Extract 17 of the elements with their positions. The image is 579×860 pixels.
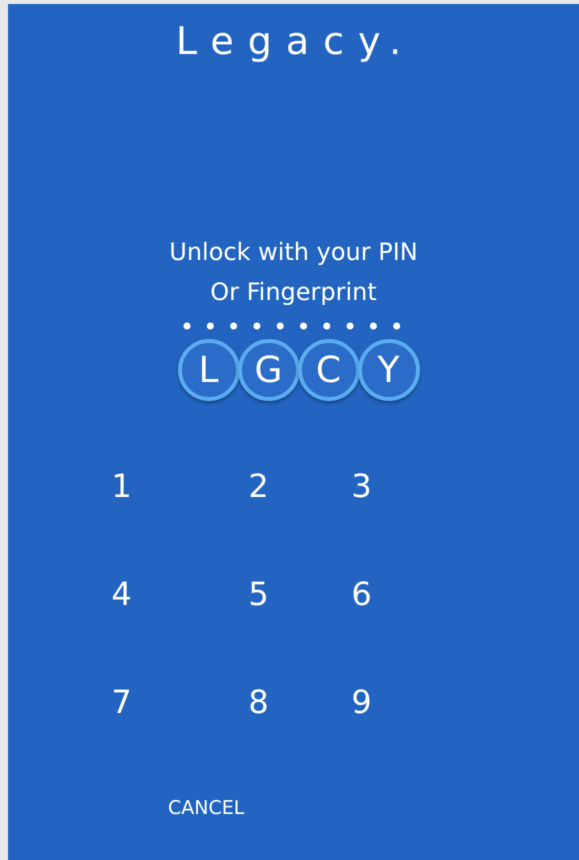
- keypad-key[interactable]: 5: [240, 571, 276, 617]
- keypad-key[interactable]: 6: [344, 571, 380, 617]
- logo-letter: C: [298, 339, 360, 401]
- logo-letter: G: [238, 339, 300, 401]
- prompt-text: Unlock with your PIN: [169, 237, 418, 268]
- keypad-key[interactable]: 7: [104, 679, 140, 725]
- keypad-key[interactable]: 4: [104, 571, 140, 617]
- prompt-text: Or Fingerprint: [210, 277, 377, 308]
- keypad-key[interactable]: 8: [240, 679, 276, 725]
- app-title: Legacy.: [176, 18, 416, 64]
- keypad-key[interactable]: 1: [104, 463, 140, 509]
- keypad-key[interactable]: 9: [344, 679, 380, 725]
- cancel-button[interactable]: CANCEL: [168, 797, 244, 819]
- logo-letter: L: [178, 339, 240, 401]
- logo-letter: Y: [358, 339, 420, 401]
- keypad-key[interactable]: 2: [240, 463, 276, 509]
- keypad-key[interactable]: 3: [344, 463, 380, 509]
